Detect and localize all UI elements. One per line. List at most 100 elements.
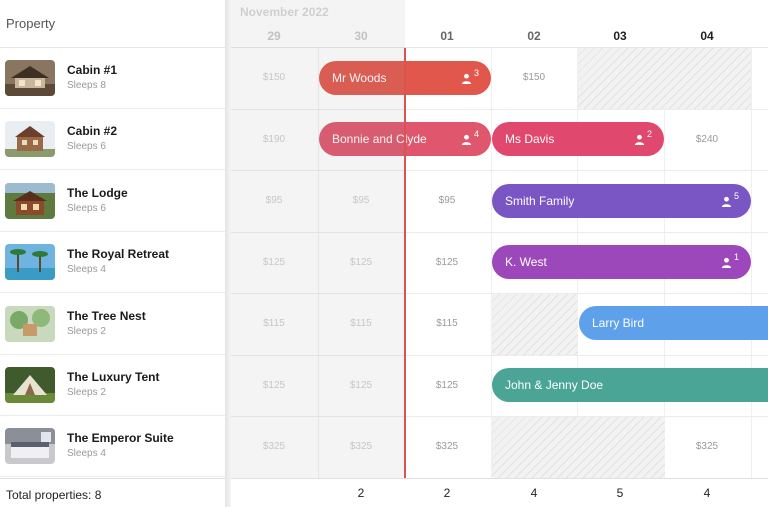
lodge-photo-thumbnail-icon — [5, 183, 55, 219]
day-header-03[interactable]: 03 — [577, 29, 663, 43]
day-header-30[interactable]: 30 — [318, 29, 404, 43]
guest-count-value: 4 — [473, 129, 479, 139]
property-column-title: Property — [6, 16, 56, 31]
price-cell[interactable]: $115 — [318, 318, 404, 329]
row-gridline — [231, 355, 768, 356]
cabin-photo-thumbnail-icon — [5, 60, 55, 96]
day-gridline — [751, 48, 752, 478]
total-properties-footer: Total properties: 8 — [0, 478, 225, 507]
guest-count-value: 2 — [646, 129, 652, 139]
booking-bar-smith-family[interactable]: Smith Family 5 — [492, 184, 751, 218]
property-name: Cabin #2 — [67, 124, 118, 138]
property-sleeps: Sleeps 4 — [67, 264, 106, 275]
price-cell[interactable]: $95 — [318, 195, 404, 206]
price-cell[interactable]: $325 — [664, 441, 750, 452]
booking-guest-name: John & Jenny Doe — [505, 378, 604, 392]
day-header-29[interactable]: 29 — [231, 29, 317, 43]
property-name: Cabin #1 — [67, 63, 118, 77]
person-icon — [461, 134, 472, 146]
guest-count: 1 — [721, 245, 739, 279]
daily-count-30: 2 — [357, 486, 365, 500]
property-sleeps: Sleeps 6 — [67, 203, 106, 214]
daily-count-04: 4 — [703, 486, 711, 500]
guest-count-value: 5 — [733, 191, 739, 201]
property-row-cabin-1[interactable]: Cabin #1 Sleeps 8 — [0, 48, 225, 109]
property-row-the-tree-nest[interactable]: The Tree Nest Sleeps 2 — [0, 294, 225, 355]
month-label: November 2022 — [240, 5, 329, 19]
cabin-photo-thumbnail-icon — [5, 121, 55, 157]
price-cell[interactable]: $125 — [318, 257, 404, 268]
treehouse-photo-thumbnail-icon — [5, 306, 55, 342]
guest-count: 4 — [461, 122, 479, 156]
booking-guest-name: Smith Family — [505, 194, 575, 208]
guest-count-value: 1 — [733, 252, 739, 262]
day-header-04[interactable]: 04 — [664, 29, 750, 43]
price-cell[interactable]: $150 — [231, 72, 317, 83]
booking-bar-larry-bird[interactable]: Larry Bird — [579, 306, 768, 340]
blocked-dates — [492, 417, 665, 478]
booking-guest-name: K. West — [505, 255, 547, 269]
guest-count: 3 — [461, 61, 479, 95]
price-cell[interactable]: $115 — [404, 318, 490, 329]
row-gridline — [231, 170, 768, 171]
property-row-the-royal-retreat[interactable]: The Royal Retreat Sleeps 4 — [0, 232, 225, 293]
day-header-01[interactable]: 01 — [404, 29, 490, 43]
guest-count: 5 — [721, 184, 739, 218]
property-sleeps: Sleeps 4 — [67, 448, 106, 459]
blocked-dates — [492, 294, 578, 355]
price-cell[interactable]: $325 — [404, 441, 490, 452]
booking-guest-name: Larry Bird — [592, 316, 645, 330]
booking-bar-john-and-jenny-doe[interactable]: John & Jenny Doe — [492, 368, 768, 402]
blocked-dates — [578, 48, 751, 109]
price-cell[interactable]: $125 — [231, 257, 317, 268]
property-name: The Royal Retreat — [67, 247, 170, 261]
price-cell[interactable]: $95 — [404, 195, 490, 206]
current-time-indicator — [404, 48, 406, 478]
price-cell[interactable]: $150 — [491, 72, 577, 83]
property-column-header: Property — [0, 0, 225, 48]
price-cell[interactable]: $125 — [404, 257, 490, 268]
day-header-02[interactable]: 02 — [491, 29, 577, 43]
booking-bar-ms-davis[interactable]: Ms Davis 2 — [492, 122, 664, 156]
booking-guest-name: Bonnie and Clyde — [332, 132, 427, 146]
guest-count: 2 — [634, 122, 652, 156]
property-name: The Lodge — [67, 186, 128, 200]
price-cell[interactable]: $325 — [318, 441, 404, 452]
tent-photo-thumbnail-icon — [5, 367, 55, 403]
person-icon — [721, 257, 732, 269]
person-icon — [721, 196, 732, 208]
total-properties-label: Total properties: 8 — [6, 488, 102, 502]
booking-bar-k-west[interactable]: K. West 1 — [492, 245, 751, 279]
booking-guest-name: Mr Woods — [332, 71, 387, 85]
person-icon — [461, 73, 472, 85]
property-name: The Luxury Tent — [67, 370, 160, 384]
property-name: The Tree Nest — [67, 309, 146, 323]
guest-count-value: 3 — [473, 68, 479, 78]
row-gridline — [231, 232, 768, 233]
daily-count-01: 2 — [443, 486, 451, 500]
daily-count-03: 5 — [616, 486, 624, 500]
price-cell[interactable]: $125 — [231, 380, 317, 391]
property-row-the-emperor-suite[interactable]: The Emperor Suite Sleeps 4 — [0, 416, 225, 477]
price-cell[interactable]: $325 — [231, 441, 317, 452]
property-sleeps: Sleeps 8 — [67, 80, 106, 91]
booking-guest-name: Ms Davis — [505, 132, 555, 146]
property-row-the-lodge[interactable]: The Lodge Sleeps 6 — [0, 171, 225, 232]
booking-calendar: Property Cabin #1 Sleeps 8 Cabin #2 Slee… — [0, 0, 768, 507]
property-row-the-luxury-tent[interactable]: The Luxury Tent Sleeps 2 — [0, 355, 225, 416]
price-cell[interactable]: $125 — [318, 380, 404, 391]
price-cell[interactable]: $125 — [404, 380, 490, 391]
price-cell[interactable]: $95 — [231, 195, 317, 206]
person-icon — [634, 134, 645, 146]
property-sleeps: Sleeps 6 — [67, 141, 106, 152]
daily-count-02: 4 — [530, 486, 538, 500]
property-sleeps: Sleeps 2 — [67, 387, 106, 398]
row-gridline — [231, 109, 768, 110]
property-sleeps: Sleeps 2 — [67, 326, 106, 337]
price-cell[interactable]: $190 — [231, 134, 317, 145]
price-cell[interactable]: $115 — [231, 318, 317, 329]
property-name: The Emperor Suite — [67, 431, 174, 445]
price-cell[interactable]: $240 — [664, 134, 750, 145]
property-row-cabin-2[interactable]: Cabin #2 Sleeps 6 — [0, 109, 225, 170]
suite-photo-thumbnail-icon — [5, 428, 55, 464]
